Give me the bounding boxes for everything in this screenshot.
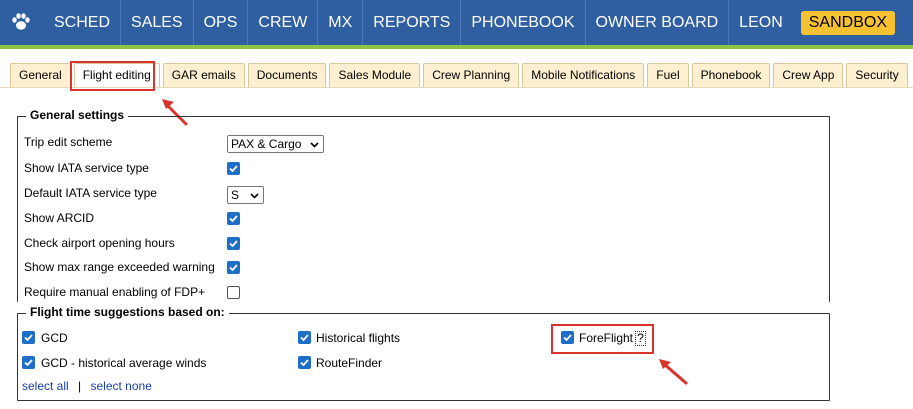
checkmark-icon	[300, 334, 309, 342]
flight-editing-highlight-box	[70, 61, 155, 91]
tab-gar-emails[interactable]: GAR emails	[162, 63, 245, 87]
tab-documents[interactable]: Documents	[247, 63, 327, 87]
nav-phonebook[interactable]: PHONEBOOK	[460, 0, 584, 45]
nav-owner-board[interactable]: OWNER BOARD	[584, 0, 729, 45]
trip-edit-scheme-label: Trip edit scheme	[24, 135, 113, 149]
show-arcid-label: Show ARCID	[24, 211, 95, 225]
checkmark-icon	[24, 334, 33, 342]
nav-mx[interactable]: MX	[317, 0, 362, 45]
checkmark-icon	[300, 359, 309, 367]
arrow-icon	[659, 359, 688, 385]
nav-crew[interactable]: CREW	[247, 0, 317, 45]
foreflight-highlight-box	[551, 324, 654, 354]
nav-accent-stripe	[0, 45, 913, 49]
checkmark-icon	[229, 240, 238, 248]
show-arcid-checkbox[interactable]	[227, 212, 240, 225]
gcd-checkbox[interactable]	[22, 331, 35, 344]
tab-crew-planning[interactable]: Crew Planning	[423, 63, 520, 87]
default-iata-label: Default IATA service type	[24, 186, 157, 200]
nav-sched[interactable]: SCHED	[44, 0, 120, 45]
checkmark-icon	[229, 215, 238, 223]
tab-sales-module[interactable]: Sales Module	[329, 63, 421, 87]
flight-time-legend: Flight time suggestions based on:	[26, 305, 229, 319]
sandbox-badge[interactable]: SANDBOX	[800, 11, 895, 35]
show-max-range-checkbox[interactable]	[227, 261, 240, 274]
gcd-historical-label: GCD - historical average winds	[41, 356, 207, 370]
tab-crew-app[interactable]: Crew App	[773, 63, 844, 87]
tab-phonebook[interactable]: Phonebook	[691, 63, 771, 87]
tab-security[interactable]: Security	[846, 63, 908, 87]
nav-ops[interactable]: OPS	[192, 0, 248, 45]
top-navigation-bar: SCHED SALES OPS CREW MX REPORTS PHONEBOO…	[0, 0, 913, 45]
routefinder-label: RouteFinder	[316, 356, 383, 370]
tab-general[interactable]: General	[10, 63, 71, 87]
routefinder-checkbox[interactable]	[298, 356, 311, 369]
historical-flights-checkbox[interactable]	[298, 331, 311, 344]
show-max-range-label: Show max range exceeded warning	[24, 260, 215, 274]
show-iata-checkbox[interactable]	[227, 162, 240, 175]
nav-menu: SCHED SALES OPS CREW MX REPORTS PHONEBOO…	[44, 0, 895, 45]
tab-mobile-notifications[interactable]: Mobile Notifications	[522, 63, 645, 87]
link-separator: |	[78, 379, 82, 393]
chevron-down-icon	[310, 142, 319, 148]
tab-fuel[interactable]: Fuel	[647, 63, 689, 87]
default-iata-value: S	[231, 188, 240, 202]
chevron-down-icon	[250, 193, 259, 199]
gcd-historical-checkbox[interactable]	[22, 356, 35, 369]
select-none-link[interactable]: select none	[91, 379, 152, 393]
checkmark-icon	[24, 359, 33, 367]
checkmark-icon	[229, 264, 238, 272]
trip-edit-scheme-value: PAX & Cargo	[231, 137, 302, 151]
select-all-link[interactable]: select all	[22, 379, 69, 393]
select-links: select all | select none	[22, 376, 152, 396]
nav-reports[interactable]: REPORTS	[362, 0, 460, 45]
require-fdp-label: Require manual enabling of FDP+	[24, 285, 206, 299]
trip-edit-scheme-select[interactable]: PAX & Cargo	[227, 135, 324, 153]
paw-logo-icon[interactable]	[10, 11, 32, 33]
checkmark-icon	[229, 165, 238, 173]
historical-flights-label: Historical flights	[316, 331, 401, 345]
check-airport-label: Check airport opening hours	[24, 236, 175, 250]
gcd-label: GCD	[41, 331, 68, 345]
check-airport-checkbox[interactable]	[227, 237, 240, 250]
nav-sales[interactable]: SALES	[120, 0, 193, 45]
default-iata-select[interactable]: S	[227, 186, 264, 204]
require-fdp-checkbox[interactable]	[227, 286, 240, 299]
show-iata-label: Show IATA service type	[24, 161, 149, 175]
general-settings-legend: General settings	[26, 108, 129, 122]
nav-leon[interactable]: LEON	[728, 0, 793, 45]
